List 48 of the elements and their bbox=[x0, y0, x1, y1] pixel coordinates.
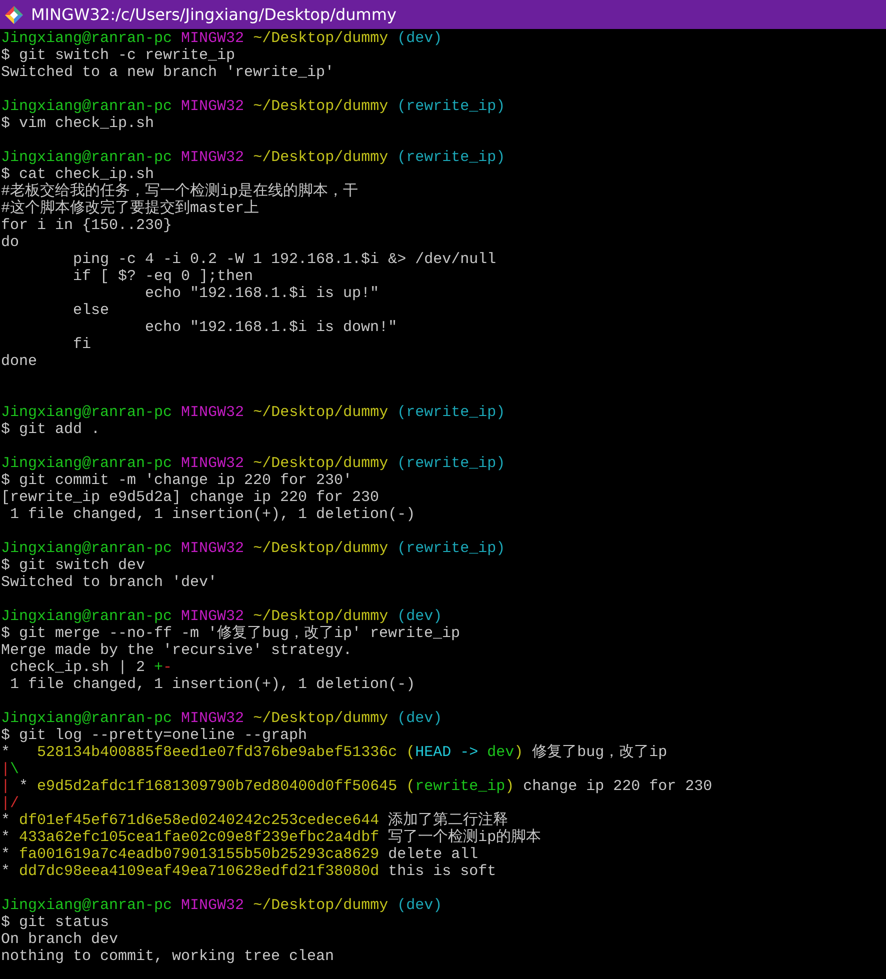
terminal-line: #老板交给我的任务，写一个检测ip是在线的脚本，干 bbox=[1, 183, 360, 200]
terminal-line: * df01ef45ef671d6e58ed0240242c253cedece644 添加了第二行注释 bbox=[1, 812, 510, 829]
terminal-line: $ git commit -m 'change ip 220 for 230' bbox=[1, 472, 354, 489]
terminal-line: |/ bbox=[1, 795, 20, 812]
terminal-line: nothing to commit, working tree clean bbox=[1, 948, 336, 965]
terminal-line: $ git switch -c rewrite_ip bbox=[1, 47, 236, 64]
terminal-line: $ git add . bbox=[1, 421, 102, 438]
prompt-line: Jingxiang@ranran-pc MINGW32 ~/Desktop/dummy (dev) bbox=[1, 710, 444, 727]
terminal-line: for i in {150..230} bbox=[1, 217, 174, 234]
terminal-line: On branch dev bbox=[1, 931, 120, 948]
terminal-line: | * e9d5d2afdc1f1681309790b7ed80400d0ff50645 (rewrite_ip) change ip 220 for 230 bbox=[1, 778, 714, 795]
terminal-line: * dd7dc98eea4109eaf49ea710628edfd21f38080d this is soft bbox=[1, 863, 498, 880]
window-title: MINGW32:/c/Users/Jingxiang/Desktop/dummy bbox=[31, 5, 396, 24]
terminal-line: |\ bbox=[1, 761, 20, 778]
prompt-line: Jingxiang@ranran-pc MINGW32 ~/Desktop/dummy (rewrite_ip) bbox=[1, 149, 506, 166]
terminal-line: fi bbox=[72, 336, 92, 353]
prompt-line: Jingxiang@ranran-pc MINGW32 ~/Desktop/dummy (rewrite_ip) bbox=[1, 455, 506, 472]
terminal-line: $ git switch dev bbox=[1, 557, 146, 574]
terminal-line: done bbox=[1, 353, 38, 370]
app-icon bbox=[4, 4, 24, 24]
terminal-line: if [ $? -eq 0 ];then bbox=[72, 268, 254, 285]
terminal-line: [rewrite_ip e9d5d2a] change ip 220 for 230 bbox=[1, 489, 380, 506]
prompt-line: Jingxiang@ranran-pc MINGW32 ~/Desktop/dummy (rewrite_ip) bbox=[1, 404, 506, 421]
terminal-line: do bbox=[1, 234, 20, 251]
prompt-line: Jingxiang@ranran-pc MINGW32 ~/Desktop/dummy (rewrite_ip) bbox=[1, 540, 506, 557]
terminal-line: Switched to a new branch 'rewrite_ip' bbox=[1, 64, 336, 81]
terminal-line: $ git log --pretty=oneline --graph bbox=[1, 727, 308, 744]
terminal-line: $ git merge --no-ff -m '修复了bug，改了ip' rewrite_ip bbox=[1, 625, 462, 642]
terminal-line: check_ip.sh | 2 +- bbox=[9, 659, 174, 676]
terminal-line: Switched to branch 'dev' bbox=[1, 574, 218, 591]
terminal-line: 1 file changed, 1 insertion(+), 1 deletion(-) bbox=[9, 676, 416, 693]
terminal-line: #这个脚本修改完了要提交到master上 bbox=[1, 200, 260, 217]
terminal-line: * 528134b400885f8eed1e07fd376be9abef51336c (HEAD -> dev) 修复了bug，改了ip bbox=[1, 744, 668, 761]
terminal-line: * fa001619a7c4eadb079013155b50b25293ca8629 delete all bbox=[1, 846, 480, 863]
terminal-line: ping -c 4 -i 0.2 -W 1 192.168.1.$i &> /dev/null bbox=[72, 251, 498, 268]
prompt-line: Jingxiang@ranran-pc MINGW32 ~/Desktop/dummy (rewrite_ip) bbox=[1, 98, 506, 115]
terminal-line: 1 file changed, 1 insertion(+), 1 deletion(-) bbox=[9, 506, 416, 523]
terminal-line: * 433a62efc105cea1fae02c09e8f239efbc2a4dbf 写了一个检测ip的脚本 bbox=[1, 829, 542, 846]
terminal-line: echo "192.168.1.$i is up!" bbox=[144, 285, 380, 302]
terminal-line: $ cat check_ip.sh bbox=[1, 166, 156, 183]
prompt-line: Jingxiang@ranran-pc MINGW32 ~/Desktop/dummy (dev) bbox=[1, 897, 444, 914]
terminal-line: $ vim check_ip.sh bbox=[1, 115, 156, 132]
terminal-line: else bbox=[72, 302, 110, 319]
prompt-line: Jingxiang@ranran-pc MINGW32 ~/Desktop/dummy (dev) bbox=[1, 608, 444, 625]
prompt-line: Jingxiang@ranran-pc MINGW32 ~/Desktop/dummy (dev) bbox=[1, 30, 444, 47]
terminal-line: Merge made by the 'recursive' strategy. bbox=[1, 642, 354, 659]
terminal-line: $ git status bbox=[1, 914, 110, 931]
terminal-line: echo "192.168.1.$i is down!" bbox=[144, 319, 398, 336]
